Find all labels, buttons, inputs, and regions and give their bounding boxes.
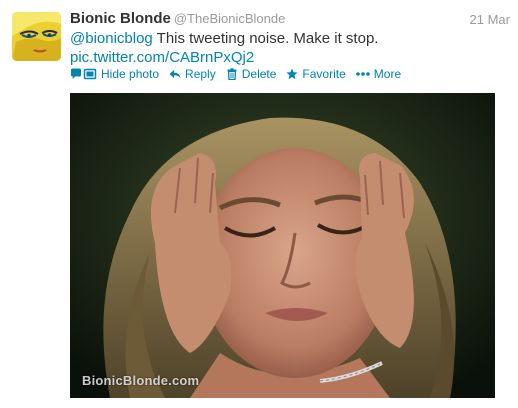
tweet-body: This tweeting noise. Make it stop. xyxy=(152,30,379,47)
tweet-timestamp[interactable]: 21 Mar xyxy=(470,12,510,27)
tweet-photo[interactable]: BionicBlonde.com xyxy=(70,93,495,398)
delete-label: Delete xyxy=(241,67,277,81)
mention-link[interactable]: @bionicblog xyxy=(70,30,153,47)
trash-icon xyxy=(226,68,238,80)
reply-button[interactable]: Reply xyxy=(169,67,216,81)
hide-photo-button[interactable]: Hide photo xyxy=(70,67,159,81)
photo-watermark: BionicBlonde.com xyxy=(82,373,200,388)
more-dots-icon xyxy=(355,68,370,80)
reply-icon xyxy=(169,68,181,80)
tweet-text: @bionicblog This tweeting noise. Make it… xyxy=(70,29,510,67)
author-fullname[interactable]: Bionic Blonde xyxy=(70,10,171,27)
tweet-header: Bionic Blonde @TheBionicBlonde 21 Mar xyxy=(70,10,510,30)
more-button[interactable]: More xyxy=(355,67,402,81)
more-label: More xyxy=(373,67,402,81)
favorite-button[interactable]: Favorite xyxy=(286,67,346,81)
reply-label: Reply xyxy=(185,67,216,81)
conversation-icon xyxy=(70,68,97,80)
tweet: Bionic Blonde @TheBionicBlonde 21 Mar @bi… xyxy=(0,0,518,408)
star-icon xyxy=(286,68,299,80)
favorite-label: Favorite xyxy=(302,67,346,81)
photo-link[interactable]: pic.twitter.com/CABrnPxQj2 xyxy=(70,49,254,66)
tweet-actions: Hide photo Reply Delete Favorite More xyxy=(70,66,411,82)
hide-photo-label: Hide photo xyxy=(101,67,160,81)
author-username[interactable]: @TheBionicBlonde xyxy=(174,11,285,26)
delete-button[interactable]: Delete xyxy=(226,67,277,81)
avatar[interactable] xyxy=(12,12,61,61)
